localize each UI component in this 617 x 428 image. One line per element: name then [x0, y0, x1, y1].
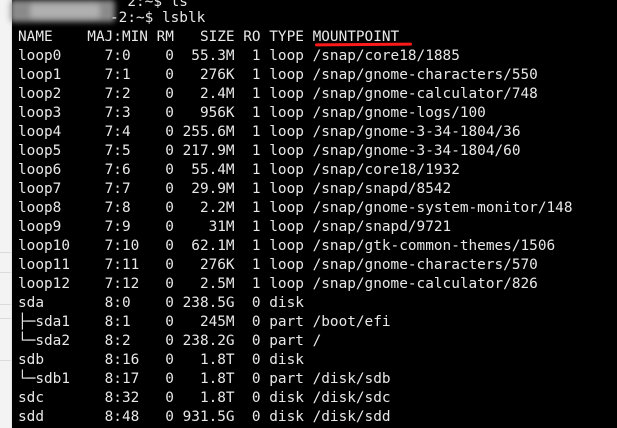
output-row-loop1: loop1 7:1 0 276K 1 loop /snap/gnome-char…: [18, 67, 538, 83]
output-row-sda: sda 8:0 0 238.5G 0 disk: [18, 295, 304, 311]
terminal-window[interactable]: 2:~$ ls -2:~$ lsblk NAME MAJ:MIN RM SIZE…: [0, 0, 617, 428]
output-row-loop7: loop7 7:7 0 29.9M 1 loop /snap/snapd/854…: [18, 181, 452, 197]
output-row-loop3: loop3 7:3 0 956K 1 loop /snap/gnome-logs…: [18, 105, 486, 121]
output-row-loop10: loop10 7:10 0 62.1M 1 loop /snap/gtk-com…: [18, 238, 556, 254]
output-row-loop5: loop5 7:5 0 217.9M 1 loop /snap/gnome-3-…: [18, 143, 521, 159]
output-row-sdb: sdb 8:16 0 1.8T 0 disk: [18, 352, 304, 368]
header-columns: NAME MAJ:MIN RM SIZE RO TYPE: [18, 29, 313, 45]
output-row-sdd: sdd 8:48 0 931.5G 0 disk /disk/sdd: [18, 409, 391, 425]
output-row-loop4: loop4 7:4 0 255.6M 1 loop /snap/gnome-3-…: [18, 124, 521, 140]
left-gutter: [0, 0, 12, 428]
output-row-sdc: sdc 8:32 0 1.8T 0 disk /disk/sdc: [18, 390, 391, 406]
redacted-hostname-highlight: [30, 4, 100, 18]
output-row-sda2: └─sda2 8:2 0 238.2G 0 part /: [18, 333, 322, 349]
output-row-sda1: ├─sda1 8:1 0 245M 0 part /boot/efi: [18, 314, 391, 330]
output-row-loop11: loop11 7:11 0 276K 1 loop /snap/gnome-ch…: [18, 257, 538, 273]
output-row-loop8: loop8 7:8 0 2.2M 1 loop /snap/gnome-syst…: [18, 200, 573, 216]
output-row-loop9: loop9 7:9 0 31M 1 loop /snap/snapd/9721: [18, 219, 452, 235]
output-row-loop2: loop2 7:2 0 2.4M 1 loop /snap/gnome-calc…: [18, 86, 538, 102]
output-row-loop12: loop12 7:12 0 2.5M 1 loop /snap/gnome-ca…: [18, 276, 538, 292]
output-row-loop0: loop0 7:0 0 55.3M 1 loop /snap/core18/18…: [18, 48, 460, 64]
output-row-sdb1: └─sdb1 8:17 0 1.8T 0 part /disk/sdb: [18, 371, 391, 387]
command-line: -2:~$ lsblk: [110, 10, 206, 26]
output-row-loop6: loop6 7:6 0 55.4M 1 loop /snap/core18/19…: [18, 162, 460, 178]
